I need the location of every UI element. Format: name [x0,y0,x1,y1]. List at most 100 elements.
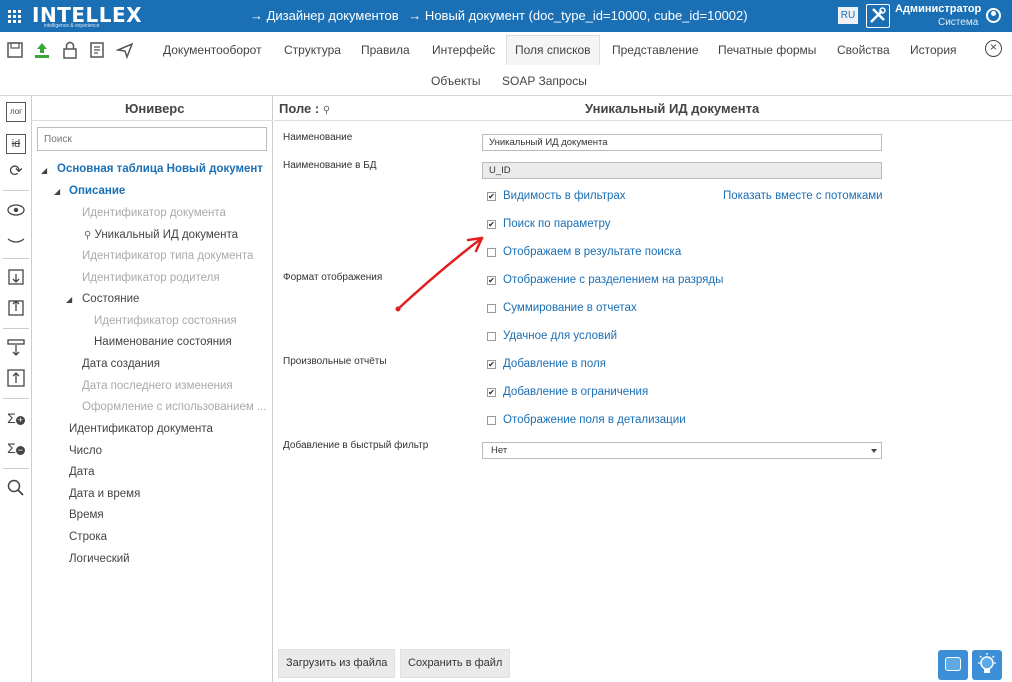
breadcrumb-designer[interactable]: → Дизайнер документов [250,8,399,23]
display-format-label: Формат отображения [283,272,383,283]
breadcrumb: → Дизайнер документов → Новый документ (… [250,8,754,23]
divider [32,120,273,121]
tree-node-item[interactable]: Логический [69,553,130,565]
tree-node-item[interactable]: Строка [69,531,107,543]
log-icon[interactable]: лог [6,102,26,122]
tips-button[interactable] [972,650,1002,680]
breadcrumb-document[interactable]: → Новый документ (doc_type_id=10000, cub… [408,8,747,23]
tree-node-item[interactable]: Идентификатор документа [69,423,213,435]
refresh-icon[interactable]: ⟳ [6,162,26,182]
tree-node-item[interactable]: Время [69,509,104,521]
tab-list-fields[interactable]: Поля списков [506,35,600,65]
checkbox[interactable]: ✔ [487,360,496,369]
db-name-input[interactable]: U_ID [482,162,882,179]
checkbox-label: Суммирование в отчетах [503,302,637,314]
field-title: Уникальный ИД документа [585,101,760,116]
chat-button[interactable] [938,650,968,680]
checkbox[interactable]: ✔ [487,388,496,397]
tab-soap-requests[interactable]: SOAP Запросы [502,74,587,88]
sum-remove-symbol: Σ [7,440,16,456]
logo[interactable]: INTELLEX intelligence & experience [32,3,142,30]
tab-structure[interactable]: Структура [284,43,341,57]
name-input[interactable]: Уникальный ИД документа [482,134,882,151]
tool-strip: лог id ⟳ Σ + Σ − [0,96,32,682]
tab-document-flow[interactable]: Документооборот [163,43,262,57]
export-icon[interactable] [6,297,26,317]
user-role: Система [938,17,979,28]
tree-node-description[interactable]: Описание [69,185,125,197]
close-icon[interactable]: × [985,40,1002,57]
tree-node-item[interactable]: Оформление с использованием ... [82,401,267,413]
tree-node-state[interactable]: Состояние [82,293,139,305]
checkbox-label: Добавление в ограничения [503,386,649,398]
tree-node-item[interactable]: Число [69,445,102,457]
load-from-file-button[interactable]: Загрузить из файла [278,649,396,678]
import-icon[interactable] [6,268,26,288]
language-switch[interactable]: RU [838,7,858,24]
tab-interface[interactable]: Интерфейс [432,43,495,57]
custom-reports-label: Произвольные отчёты [283,356,387,367]
tree-node-selected[interactable]: ⚲ Уникальный ИД документа [84,229,238,241]
lock-icon[interactable] [61,41,79,59]
checkbox[interactable] [487,304,496,313]
checkbox[interactable] [487,248,496,257]
sum-add-icon[interactable]: Σ + [6,408,26,428]
expand-triangle-icon[interactable]: ◢ [54,187,60,196]
checkbox-label: Отображаем в результате поиска [503,246,682,258]
move-up-icon[interactable] [6,368,26,388]
search-icon: ⚲ [84,230,92,241]
id-icon[interactable]: id [6,134,26,154]
tree-node-item[interactable]: Идентификатор документа [82,207,226,219]
checkbox[interactable]: ✔ [487,220,496,229]
field-header: Поле : ⚲ [279,101,330,116]
universe-panel: Юниверс ◢ Основная таблица Новый докумен… [32,96,273,682]
tree-node-item[interactable]: Идентификатор родителя [82,272,220,284]
checkbox[interactable] [487,416,496,425]
tools-icon[interactable] [866,4,890,28]
tree-node-item[interactable]: Дата создания [82,358,160,370]
eye-visible-icon[interactable] [6,200,26,220]
save-icon[interactable] [6,41,24,59]
search-icon[interactable]: ⚲ [323,105,330,116]
apps-grid-icon[interactable] [8,10,22,24]
checkbox-label: Отображение поля в детализации [503,414,686,426]
tab-presentation[interactable]: Представление [612,43,699,57]
separator [3,398,29,399]
user-account-icon[interactable] [986,8,1001,23]
tree-node-item[interactable]: Дата последнего изменения [82,380,233,392]
quick-filter-value: Нет [491,445,508,456]
divider [274,120,1012,121]
checkbox-label: Удачное для условий [503,330,617,342]
tab-objects[interactable]: Объекты [431,74,481,88]
quick-filter-select[interactable]: Нет [482,442,882,459]
upload-icon[interactable] [33,41,51,59]
separator [3,258,29,259]
expand-triangle-icon[interactable]: ◢ [41,166,47,175]
top-bar: INTELLEX intelligence & experience → Диз… [0,0,1012,32]
tab-history[interactable]: История [910,43,957,57]
send-icon[interactable] [115,41,134,60]
tab-properties[interactable]: Свойства [837,43,890,57]
tree-node-item[interactable]: Дата [69,466,94,478]
tree-search-input[interactable] [37,127,267,151]
logo-tagline: intelligence & experience [44,23,100,29]
document-icon[interactable] [88,41,106,59]
save-to-file-button[interactable]: Сохранить в файл [400,649,511,678]
move-down-icon[interactable] [6,338,26,358]
tree-node-item[interactable]: Идентификатор типа документа [82,250,253,262]
search-icon[interactable] [6,478,26,498]
sum-remove-icon[interactable]: Σ − [6,438,26,458]
show-with-children-link[interactable]: Показать вместе с потомками [723,190,883,202]
tree-node-item[interactable]: Наименование состояния [94,336,232,348]
tree-node-item[interactable]: Дата и время [69,488,140,500]
tab-print-forms[interactable]: Печатные формы [718,43,816,57]
checkbox[interactable]: ✔ [487,192,496,201]
eye-hidden-icon[interactable] [6,229,26,249]
db-name-label: Наименование в БД [283,160,377,171]
expand-triangle-icon[interactable]: ◢ [66,295,72,304]
tree-node-item[interactable]: Идентификатор состояния [94,315,237,327]
checkbox[interactable] [487,332,496,341]
tree-node-root[interactable]: Основная таблица Новый документ [57,163,263,175]
checkbox[interactable]: ✔ [487,276,496,285]
tab-rules[interactable]: Правила [361,43,410,57]
